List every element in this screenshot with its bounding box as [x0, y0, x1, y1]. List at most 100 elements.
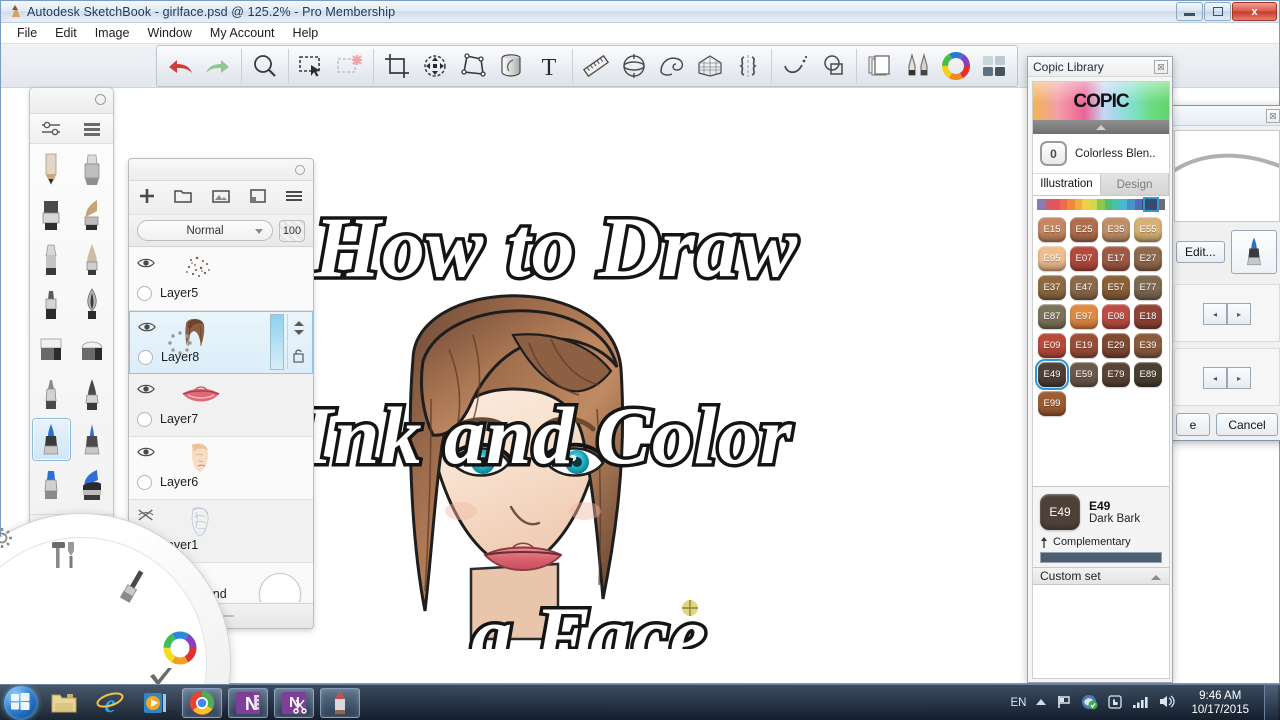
stepper-left-button[interactable]: ◂ — [1203, 303, 1227, 325]
french-curve-tool[interactable] — [653, 47, 691, 85]
redo-tool[interactable] — [199, 47, 237, 85]
complementary-row[interactable]: Complementary — [1040, 536, 1162, 548]
taskbar-chrome[interactable] — [182, 687, 222, 718]
close-icon[interactable]: ☒ — [1266, 109, 1280, 123]
hue-swatch[interactable] — [1044, 199, 1053, 210]
brush-list-tab[interactable] — [72, 114, 114, 143]
hue-swatch[interactable] — [1127, 199, 1135, 210]
layer-opacity-slider[interactable] — [270, 314, 284, 370]
copic-hue-strip[interactable] — [1033, 196, 1169, 212]
lagoon-color-wheel-icon[interactable] — [163, 631, 197, 668]
close-icon[interactable]: ☒ — [1154, 60, 1168, 74]
pin-circle-icon[interactable] — [95, 94, 106, 105]
layer-lock-button[interactable] — [287, 342, 309, 369]
eye-visible-icon[interactable] — [137, 383, 155, 395]
hue-swatch[interactable] — [1119, 199, 1128, 210]
copic-swatch[interactable]: E19 — [1070, 333, 1098, 358]
layers-toggle[interactable] — [861, 47, 899, 85]
import-image-button[interactable] — [211, 187, 231, 208]
eye-hidden-icon[interactable] — [137, 509, 155, 521]
add-group-button[interactable] — [173, 187, 193, 208]
copic-swatch[interactable]: E77 — [1134, 275, 1162, 300]
current-marker-chip[interactable]: 0 — [1040, 141, 1067, 166]
background-color-swatch[interactable] — [259, 573, 301, 602]
menu-item-help[interactable]: Help — [284, 24, 328, 42]
stepper-right-button[interactable]: ▸ — [1227, 367, 1251, 389]
copic-swatch[interactable]: E09 — [1038, 333, 1066, 358]
brush-calligraphy-nib[interactable] — [73, 283, 112, 326]
copic-swatch[interactable]: E99 — [1038, 391, 1066, 416]
brush-copic-chisel-blue[interactable] — [32, 463, 71, 506]
brush-editor-dialog[interactable]: ☒ Edit... ◂ ▸ ◂ ▸ e Cancel — [1169, 105, 1280, 441]
select-rectangle-tool[interactable] — [293, 47, 331, 85]
cancel-button[interactable]: Cancel — [1216, 413, 1278, 436]
ruler-tool[interactable] — [577, 47, 615, 85]
brush-sharp-inker[interactable] — [73, 373, 112, 416]
edit-button[interactable]: Edit... — [1176, 241, 1225, 263]
layer-row-layer1[interactable]: Layer1 — [129, 500, 313, 563]
hue-swatch[interactable] — [1067, 199, 1075, 210]
layer-select-radio[interactable] — [137, 475, 152, 490]
ok-button[interactable]: e — [1176, 413, 1210, 436]
layers-panel[interactable]: Normal 100 Layer5 Layer8 Layer7 Layer6 L… — [128, 158, 314, 629]
tray-notification-icon[interactable] — [1107, 694, 1123, 713]
hue-swatch[interactable] — [1112, 199, 1120, 210]
crop-tool[interactable] — [378, 47, 416, 85]
brush-soft-eraser-pen[interactable] — [32, 238, 71, 281]
complementary-color-bar[interactable] — [1040, 552, 1162, 563]
layer-row-layer7[interactable]: Layer7 — [129, 374, 313, 437]
copic-collapse-bar[interactable] — [1033, 120, 1169, 134]
brush-palette-toggle[interactable] — [899, 47, 937, 85]
stepper-left-button[interactable]: ◂ — [1203, 367, 1227, 389]
copic-swatch[interactable]: E47 — [1070, 275, 1098, 300]
show-desktop-button[interactable] — [1264, 685, 1278, 720]
menu-item-file[interactable]: File — [8, 24, 46, 42]
copic-swatch[interactable]: E18 — [1134, 304, 1162, 329]
copic-swatch[interactable]: E17 — [1102, 246, 1130, 271]
layer-opacity-field[interactable]: 100 — [279, 219, 305, 242]
copic-swatch[interactable]: E87 — [1038, 304, 1066, 329]
taskbar-screen-clipper[interactable]: N — [274, 687, 314, 718]
fill-tool[interactable] — [492, 47, 530, 85]
blend-mode-select[interactable]: Normal — [137, 220, 273, 241]
layer-select-radio[interactable] — [137, 286, 152, 301]
layer-row-layer6[interactable]: Layer6 — [129, 437, 313, 500]
tab-design[interactable]: Design — [1101, 174, 1169, 195]
hue-swatch[interactable] — [1052, 199, 1060, 210]
copic-swatch[interactable]: E35 — [1102, 217, 1130, 242]
hue-swatch[interactable] — [1074, 199, 1083, 210]
brush-preview-chip[interactable] — [1230, 230, 1277, 274]
hue-swatch-selected[interactable] — [1143, 197, 1160, 212]
copic-swatch[interactable]: E59 — [1070, 362, 1098, 387]
add-layer-button[interactable] — [138, 187, 156, 208]
menu-item-window[interactable]: Window — [138, 24, 200, 42]
close-button[interactable]: x — [1232, 2, 1277, 21]
brush-flat-brush[interactable] — [73, 193, 112, 236]
deselect-tool[interactable] — [331, 47, 369, 85]
stepper-right-button[interactable]: ▸ — [1227, 303, 1251, 325]
tray-language[interactable]: EN — [1010, 697, 1026, 709]
custom-set-section[interactable]: Custom set — [1033, 567, 1169, 585]
brush-paint-blob-blue[interactable] — [73, 463, 112, 506]
layer-row-layer8[interactable]: Layer8 — [129, 311, 313, 374]
color-wheel-toggle[interactable] — [937, 47, 975, 85]
distort-tool[interactable] — [454, 47, 492, 85]
copic-swatch[interactable]: E89 — [1134, 362, 1162, 387]
copic-swatch[interactable]: E49 — [1035, 359, 1069, 390]
copic-swatch[interactable]: E08 — [1102, 304, 1130, 329]
ellipse-guide-tool[interactable] — [615, 47, 653, 85]
taskbar-windows-explorer[interactable] — [44, 688, 84, 718]
eye-visible-icon[interactable] — [137, 257, 155, 269]
hue-swatch[interactable] — [1037, 199, 1045, 210]
copic-swatch[interactable]: E29 — [1102, 333, 1130, 358]
brush-felt-pen[interactable] — [32, 283, 71, 326]
color-swatch-toggle[interactable] — [975, 47, 1013, 85]
copic-swatch[interactable]: E79 — [1102, 362, 1130, 387]
lagoon-gear-icon[interactable] — [0, 527, 13, 552]
menu-item-image[interactable]: Image — [86, 24, 139, 42]
copic-swatch[interactable]: E07 — [1070, 246, 1098, 271]
brush-eraser-block[interactable] — [32, 328, 71, 371]
layers-panel-resize-handle[interactable] — [129, 603, 313, 628]
text-tool[interactable]: T — [530, 47, 568, 85]
layer-select-radio[interactable] — [137, 538, 152, 553]
